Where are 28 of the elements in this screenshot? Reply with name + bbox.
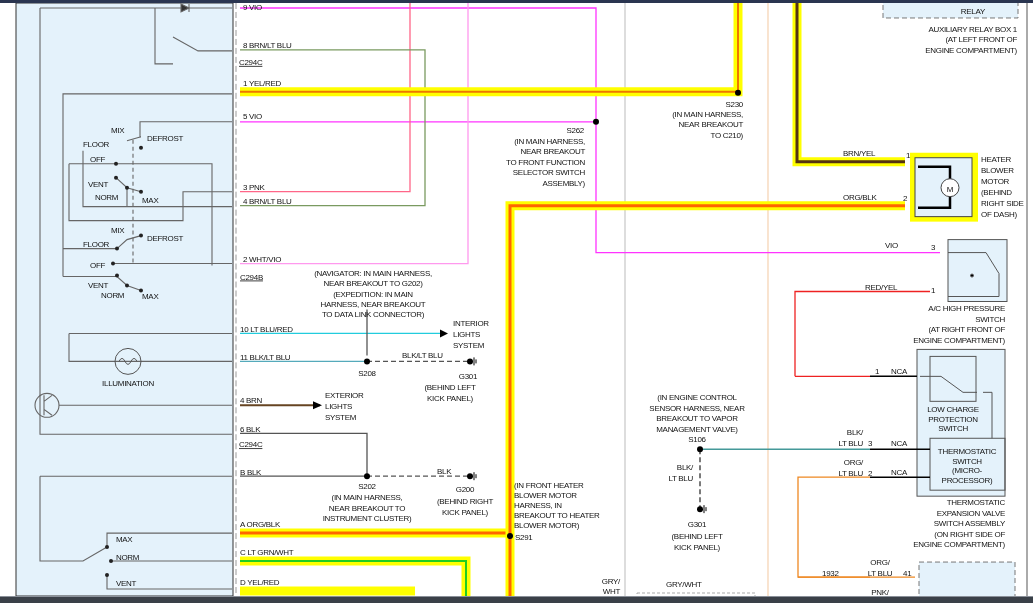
switch-contact-icon <box>105 545 109 550</box>
switch-contact-icon <box>139 288 143 293</box>
pressure-switch-drawing <box>947 239 1008 302</box>
switch-contact-icon <box>115 273 119 278</box>
ground-icon <box>697 504 707 514</box>
switch-contact-icon <box>125 185 129 190</box>
splice-dot <box>697 446 703 453</box>
splice-dot <box>364 358 370 365</box>
arrow-icon <box>313 401 322 410</box>
switch-contact-icon <box>114 175 118 180</box>
switch-contact-icon <box>109 559 113 564</box>
ground-icon <box>467 356 477 366</box>
switch-contact-icon <box>111 261 115 266</box>
splice-dot <box>735 89 741 96</box>
arrow-icon <box>440 329 448 338</box>
splice-dot <box>507 533 513 540</box>
ground-icon <box>467 471 477 481</box>
switch-contact-icon <box>114 161 118 166</box>
switch-contact-icon <box>139 233 143 238</box>
lamp-icon <box>114 347 142 375</box>
blower-motor-drawing <box>910 152 978 222</box>
splice-dot <box>364 473 370 480</box>
switch-contact-icon <box>139 145 143 150</box>
switch-contact-icon <box>125 283 129 288</box>
splice-dot <box>593 118 599 125</box>
switch-contact-icon <box>105 573 109 578</box>
switch-contact-icon <box>139 189 143 194</box>
switch-contact-icon <box>115 246 119 251</box>
